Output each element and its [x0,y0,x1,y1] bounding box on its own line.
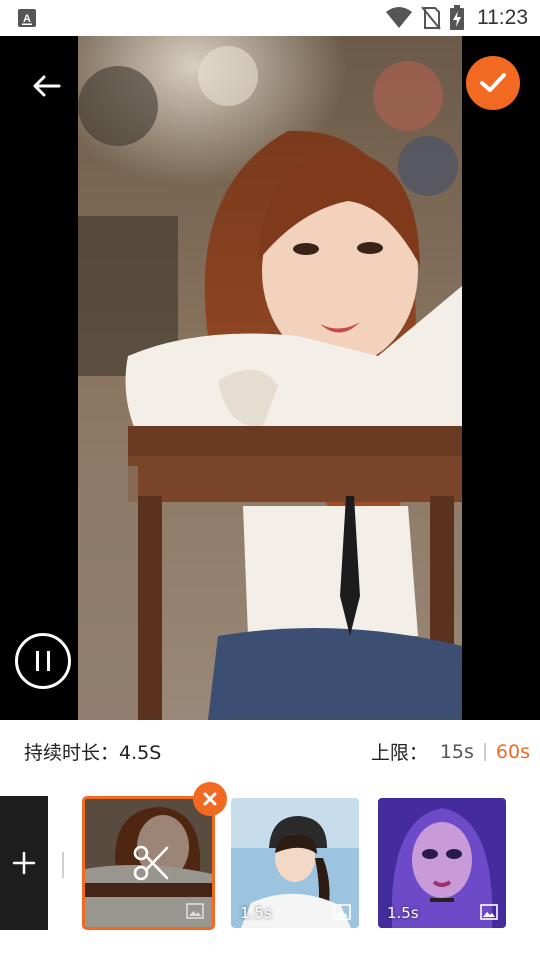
svg-text:A: A [23,13,31,25]
battery-charging-icon [450,5,464,30]
status-bar: A 11:23 [0,0,540,36]
image-type-icon [186,903,204,919]
clip-thumbnail-selected[interactable] [82,796,215,930]
limit-divider [483,742,486,761]
check-icon [480,73,506,92]
close-icon [203,792,217,806]
clip-duration: 1.5s [387,904,419,922]
video-preview [0,36,540,720]
clip-strip: 1.5s 1.5s [0,782,540,960]
pause-icon [36,651,50,671]
add-clip-button[interactable] [0,796,48,930]
scissors-icon[interactable] [133,844,171,882]
duration-row: 持续时长：4.5S 上限： 15s 60s [0,720,540,782]
no-sim-icon [421,6,441,30]
wifi-icon [386,7,412,28]
remove-clip-button[interactable] [193,782,227,816]
duration-limit-selector: 上限： 15s 60s [371,738,530,765]
clip-duration: 1.5s [240,904,272,922]
app-notification-icon: A [18,9,36,27]
strip-divider [62,852,64,878]
limit-option-15s[interactable]: 15s [440,741,474,763]
limit-option-60s[interactable]: 60s [496,741,530,763]
arrow-left-icon [33,75,61,97]
limit-label: 上限： [370,742,428,764]
image-type-icon [480,904,498,920]
duration-label: 持续时长：4.5S [24,742,162,764]
confirm-button[interactable] [466,56,520,110]
preview-photo [78,36,462,720]
status-time: 11:23 [477,6,528,29]
pause-button[interactable] [15,633,71,689]
status-icons: 11:23 [385,4,528,32]
image-type-icon [333,904,351,920]
clip-thumbnail[interactable]: 1.5s [378,798,506,928]
back-button[interactable] [24,64,68,108]
plus-icon [12,851,36,875]
clip-thumbnail[interactable]: 1.5s [231,798,359,928]
